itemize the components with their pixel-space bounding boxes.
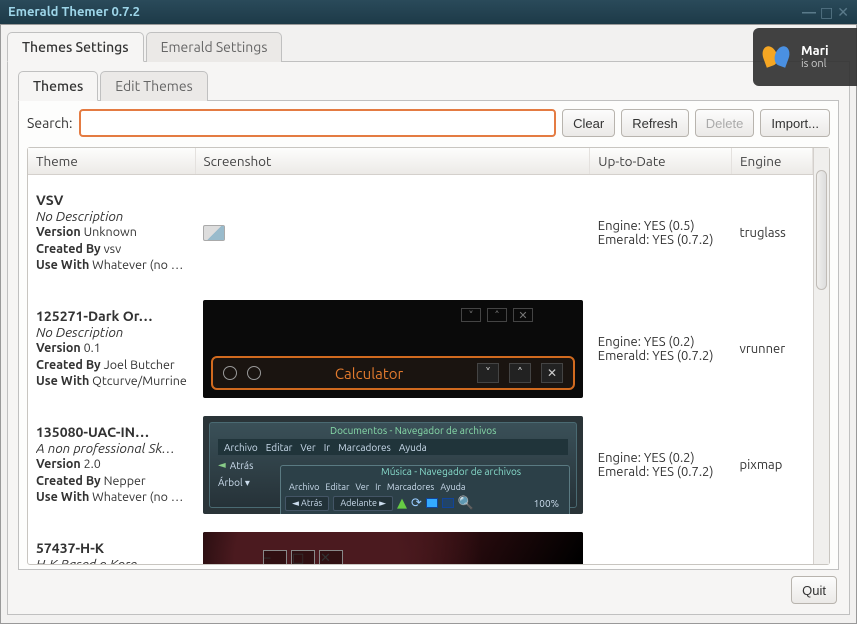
uptodate-cell: Engine: YES (0.2) Emerald: YES (0.7.2)	[590, 291, 732, 407]
preview-title: Música - Navegador de archivos	[381, 466, 521, 477]
window-preview-icon: □	[291, 550, 315, 564]
window-title: Emerald Themer 0.7.2	[8, 5, 140, 19]
max-icon: ˄	[509, 363, 531, 383]
app-icon	[247, 366, 261, 380]
app-icon	[223, 366, 237, 380]
preview-title: Documentos - Navegador de archivos	[330, 425, 496, 436]
uptodate-cell: Engine: YES (0.2) Emerald: YES (0.7.2)	[590, 407, 732, 523]
tab-emerald-settings[interactable]: Emerald Settings	[146, 32, 283, 62]
quit-button[interactable]: Quit	[791, 576, 837, 604]
notification-text: Mari is onl	[801, 44, 829, 70]
col-header-engine[interactable]: Engine	[731, 148, 812, 175]
butterfly-icon	[759, 40, 793, 74]
table-row[interactable]: 57437-H-K H-K Based o Kore Version 0.1 C…	[28, 523, 813, 564]
window-body: Themes Settings Emerald Settings Themes …	[0, 24, 857, 624]
window-preview-icon: ✕	[319, 550, 343, 564]
theme-meta: Version 0.1 Created By Joel Butcher Use …	[36, 340, 187, 391]
tree-label: Árbol ▾	[218, 477, 250, 489]
uptodate-cell: Engine: YES (0.2) Emerald: YES (0.2.1)	[590, 523, 732, 564]
close-icon[interactable]: ✕	[837, 4, 849, 21]
inner-panel: Search: Clear Refresh Delete Import... T…	[18, 101, 839, 570]
table-row[interactable]: 135080-UAC-IN… A non professional Sk… Ve…	[28, 407, 813, 523]
search-input[interactable]	[79, 109, 557, 137]
col-header-screenshot[interactable]: Screenshot	[195, 148, 590, 175]
scroll-thumb[interactable]	[816, 170, 827, 290]
vertical-scrollbar[interactable]	[813, 148, 829, 564]
maximize-icon[interactable]: □	[820, 4, 833, 21]
notification-popup[interactable]: Mari is onl	[753, 28, 857, 86]
min-icon: ˅	[461, 308, 481, 322]
close-icon: ✕	[541, 363, 563, 383]
search-label: Search:	[27, 115, 73, 131]
inner-tabs: Themes Edit Themes	[18, 70, 839, 101]
preview-title: Calculator	[271, 365, 467, 382]
refresh-button[interactable]: Refresh	[621, 109, 689, 137]
theme-desc: No Description	[36, 208, 187, 224]
theme-desc: A non professional Sk…	[36, 440, 187, 456]
theme-name: VSV	[36, 192, 187, 208]
tab-themes-settings[interactable]: Themes Settings	[7, 32, 144, 62]
search-row: Search: Clear Refresh Delete Import...	[27, 109, 830, 137]
main-tab-panel: Themes Edit Themes Search: Clear Refresh…	[7, 62, 850, 615]
theme-meta: Version 2.0 Created By Nepper Use With W…	[36, 456, 187, 507]
tab-themes[interactable]: Themes	[18, 71, 98, 101]
minimize-icon[interactable]: —	[802, 4, 816, 21]
window-preview-icon: –	[263, 550, 287, 564]
themes-table: Theme Screenshot Up-to-Date Engine VSV N…	[27, 147, 830, 565]
engine-cell: pixmap	[731, 523, 812, 564]
col-header-uptodate[interactable]: Up-to-Date	[590, 148, 732, 175]
delete-button: Delete	[695, 109, 755, 137]
screenshot-preview: Documentos - Navegador de archivos Archi…	[203, 415, 583, 515]
engine-cell: vrunner	[731, 291, 812, 407]
clear-button[interactable]: Clear	[562, 109, 615, 137]
theme-desc: No Description	[36, 324, 187, 340]
theme-meta: Version Unknown Created By vsv Use With …	[36, 224, 187, 275]
close-icon: ✕	[513, 308, 533, 322]
table-row[interactable]: 125271-Dark Or… No Description Version 0…	[28, 291, 813, 407]
theme-name: 57437-H-K	[36, 540, 187, 556]
col-header-theme[interactable]: Theme	[28, 148, 195, 175]
screenshot-preview	[203, 183, 583, 283]
min-icon: ˅	[477, 363, 499, 383]
footer: Quit	[18, 570, 839, 604]
engine-cell: truglass	[731, 175, 812, 292]
screenshot-preview: – □ ✕ – □ ✕	[203, 531, 583, 564]
theme-name: 135080-UAC-IN…	[36, 424, 187, 440]
theme-desc: H-K Based o Kore	[36, 556, 187, 564]
main-tabs: Themes Settings Emerald Settings	[7, 31, 850, 62]
uptodate-cell: Engine: YES (0.5) Emerald: YES (0.7.2)	[590, 175, 732, 292]
window-controls: — □ ✕	[802, 4, 849, 21]
titlebar: Emerald Themer 0.7.2 — □ ✕	[0, 0, 857, 24]
screenshot-preview: ˅ ˄ ✕ Calculator ˅	[203, 299, 583, 399]
zoom-percent: 100%	[534, 498, 565, 509]
tab-edit-themes[interactable]: Edit Themes	[100, 71, 207, 101]
theme-name: 125271-Dark Or…	[36, 308, 187, 324]
engine-cell: pixmap	[731, 407, 812, 523]
table-row[interactable]: VSV No Description Version Unknown Creat…	[28, 175, 813, 292]
missing-image-icon	[203, 225, 225, 241]
monitor-icon	[442, 498, 454, 508]
max-icon: ˄	[487, 308, 507, 322]
import-button[interactable]: Import...	[760, 109, 830, 137]
folder-icon	[426, 498, 438, 508]
